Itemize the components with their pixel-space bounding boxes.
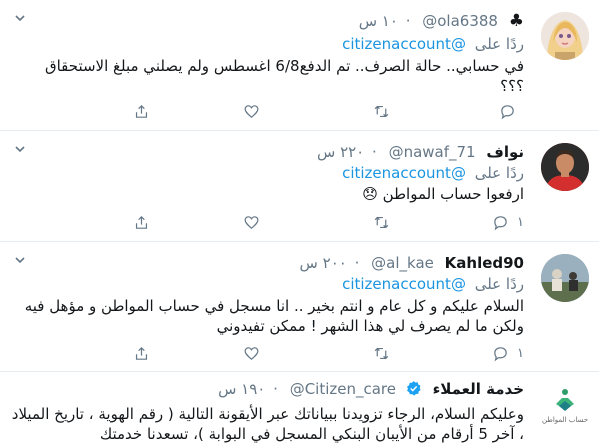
tweet-3[interactable]: Kahled90 @al_kae · ٢٠٠ س ردًا على @citiz…: [0, 242, 599, 372]
like-button[interactable]: [243, 100, 268, 122]
retweet-icon: [374, 216, 389, 228]
tweet-time[interactable]: ١٩٠ س: [218, 379, 265, 399]
reply-icon: [494, 346, 507, 361]
heart-icon: [244, 215, 259, 229]
retweet-button[interactable]: [373, 211, 398, 233]
share-icon: [135, 215, 148, 229]
avatar-image: [541, 12, 589, 60]
tweet-header: Kahled90 @al_kae · ٢٠٠ س: [300, 252, 524, 273]
user-name[interactable]: نواف: [486, 142, 524, 162]
reply-icon: [501, 104, 514, 119]
tweet-header: نواف @nawaf_71 · ٢٢٠ س: [317, 141, 524, 162]
avatar[interactable]: [541, 12, 589, 60]
chevron-down-icon[interactable]: [14, 254, 26, 269]
avatar[interactable]: حساب المواطن: [540, 380, 590, 428]
share-icon: [135, 104, 148, 118]
tweet-text: في حسابي.. حالة الصرف.. تم الدفع6/8 اغسط…: [44, 57, 524, 95]
tweet-time[interactable]: ٢٢٠ س: [317, 142, 364, 162]
heart-icon: [244, 104, 259, 118]
avatar-image: [541, 254, 589, 302]
reply-icon: [494, 215, 507, 230]
user-name[interactable]: Kahled90: [445, 253, 524, 273]
user-handle[interactable]: @Citizen_care: [290, 379, 396, 399]
share-icon: [135, 346, 148, 360]
reply-button[interactable]: [499, 100, 524, 122]
user-handle[interactable]: @al_kae: [371, 253, 434, 273]
like-button[interactable]: [243, 211, 268, 233]
avatar-image: [541, 143, 589, 191]
share-button[interactable]: [133, 100, 150, 122]
reply-prefix: ردًا على: [474, 164, 524, 182]
retweet-button[interactable]: [373, 342, 398, 364]
avatar[interactable]: [541, 254, 589, 302]
logo-caption: حساب المواطن: [541, 416, 589, 424]
reply-context: ردًا على @citizenaccount: [342, 163, 524, 183]
reply-mention[interactable]: @citizenaccount: [342, 275, 466, 293]
tweet-time[interactable]: ١٠ س: [359, 11, 398, 31]
reply-prefix: ردًا على: [474, 35, 524, 53]
tweet-text: وعليكم السلام، الرجاء تزويدنا ببياناتك ع…: [11, 405, 524, 443]
reply-context: ردًا على @citizenaccount: [342, 34, 524, 54]
tweet-2[interactable]: نواف @nawaf_71 · ٢٢٠ س ردًا على @citizen…: [0, 131, 599, 242]
tweet-actions: ١: [0, 211, 524, 233]
user-handle[interactable]: @ola6388: [422, 11, 498, 31]
chevron-down-icon[interactable]: [14, 143, 26, 158]
chevron-down-icon[interactable]: [14, 12, 26, 27]
reply-button[interactable]: ١: [492, 342, 524, 364]
reply-count: ١: [517, 345, 524, 361]
reply-prefix: ردًا على: [474, 275, 524, 293]
share-button[interactable]: [133, 211, 150, 233]
tweet-1[interactable]: ♣ @ola6388 · ١٠ س ردًا على @citizenaccou…: [0, 0, 599, 131]
tweet-actions: [0, 100, 524, 122]
heart-icon: [244, 346, 259, 360]
tweet-4[interactable]: حساب المواطن خدمة العملاء @Citizen_care …: [0, 372, 599, 447]
user-handle[interactable]: @nawaf_71: [389, 142, 476, 162]
user-name[interactable]: خدمة العملاء: [433, 379, 524, 399]
retweet-icon: [374, 347, 389, 359]
tweet-time[interactable]: ٢٠٠ س: [300, 253, 347, 273]
separator-dot: ·: [372, 142, 377, 161]
reply-mention[interactable]: @citizenaccount: [342, 164, 466, 182]
avatar[interactable]: [541, 143, 589, 191]
like-button[interactable]: [243, 342, 268, 364]
tweet-header: خدمة العملاء @Citizen_care · ١٩٠ س: [218, 378, 524, 399]
tweet-text: السلام عليكم و كل عام و انتم بخير .. انا…: [24, 297, 524, 335]
separator-dot: ·: [405, 11, 411, 30]
retweet-button[interactable]: [373, 100, 398, 122]
reply-context: ردًا على @citizenaccount: [342, 274, 524, 294]
share-button[interactable]: [133, 342, 150, 364]
reply-count: ١: [517, 214, 524, 230]
club-icon: ♣: [508, 10, 524, 31]
tweet-actions: ١: [0, 342, 524, 364]
tweet-header: ♣ @ola6388 · ١٠ س: [359, 10, 524, 31]
reply-mention[interactable]: @citizenaccount: [342, 35, 466, 53]
retweet-icon: [374, 105, 389, 117]
tweet-text: ارفعوا حساب المواطن 😞: [362, 185, 524, 203]
separator-dot: ·: [354, 253, 360, 272]
separator-dot: ·: [273, 379, 278, 398]
reply-button[interactable]: ١: [492, 211, 524, 233]
verified-badge-icon: [406, 381, 421, 396]
